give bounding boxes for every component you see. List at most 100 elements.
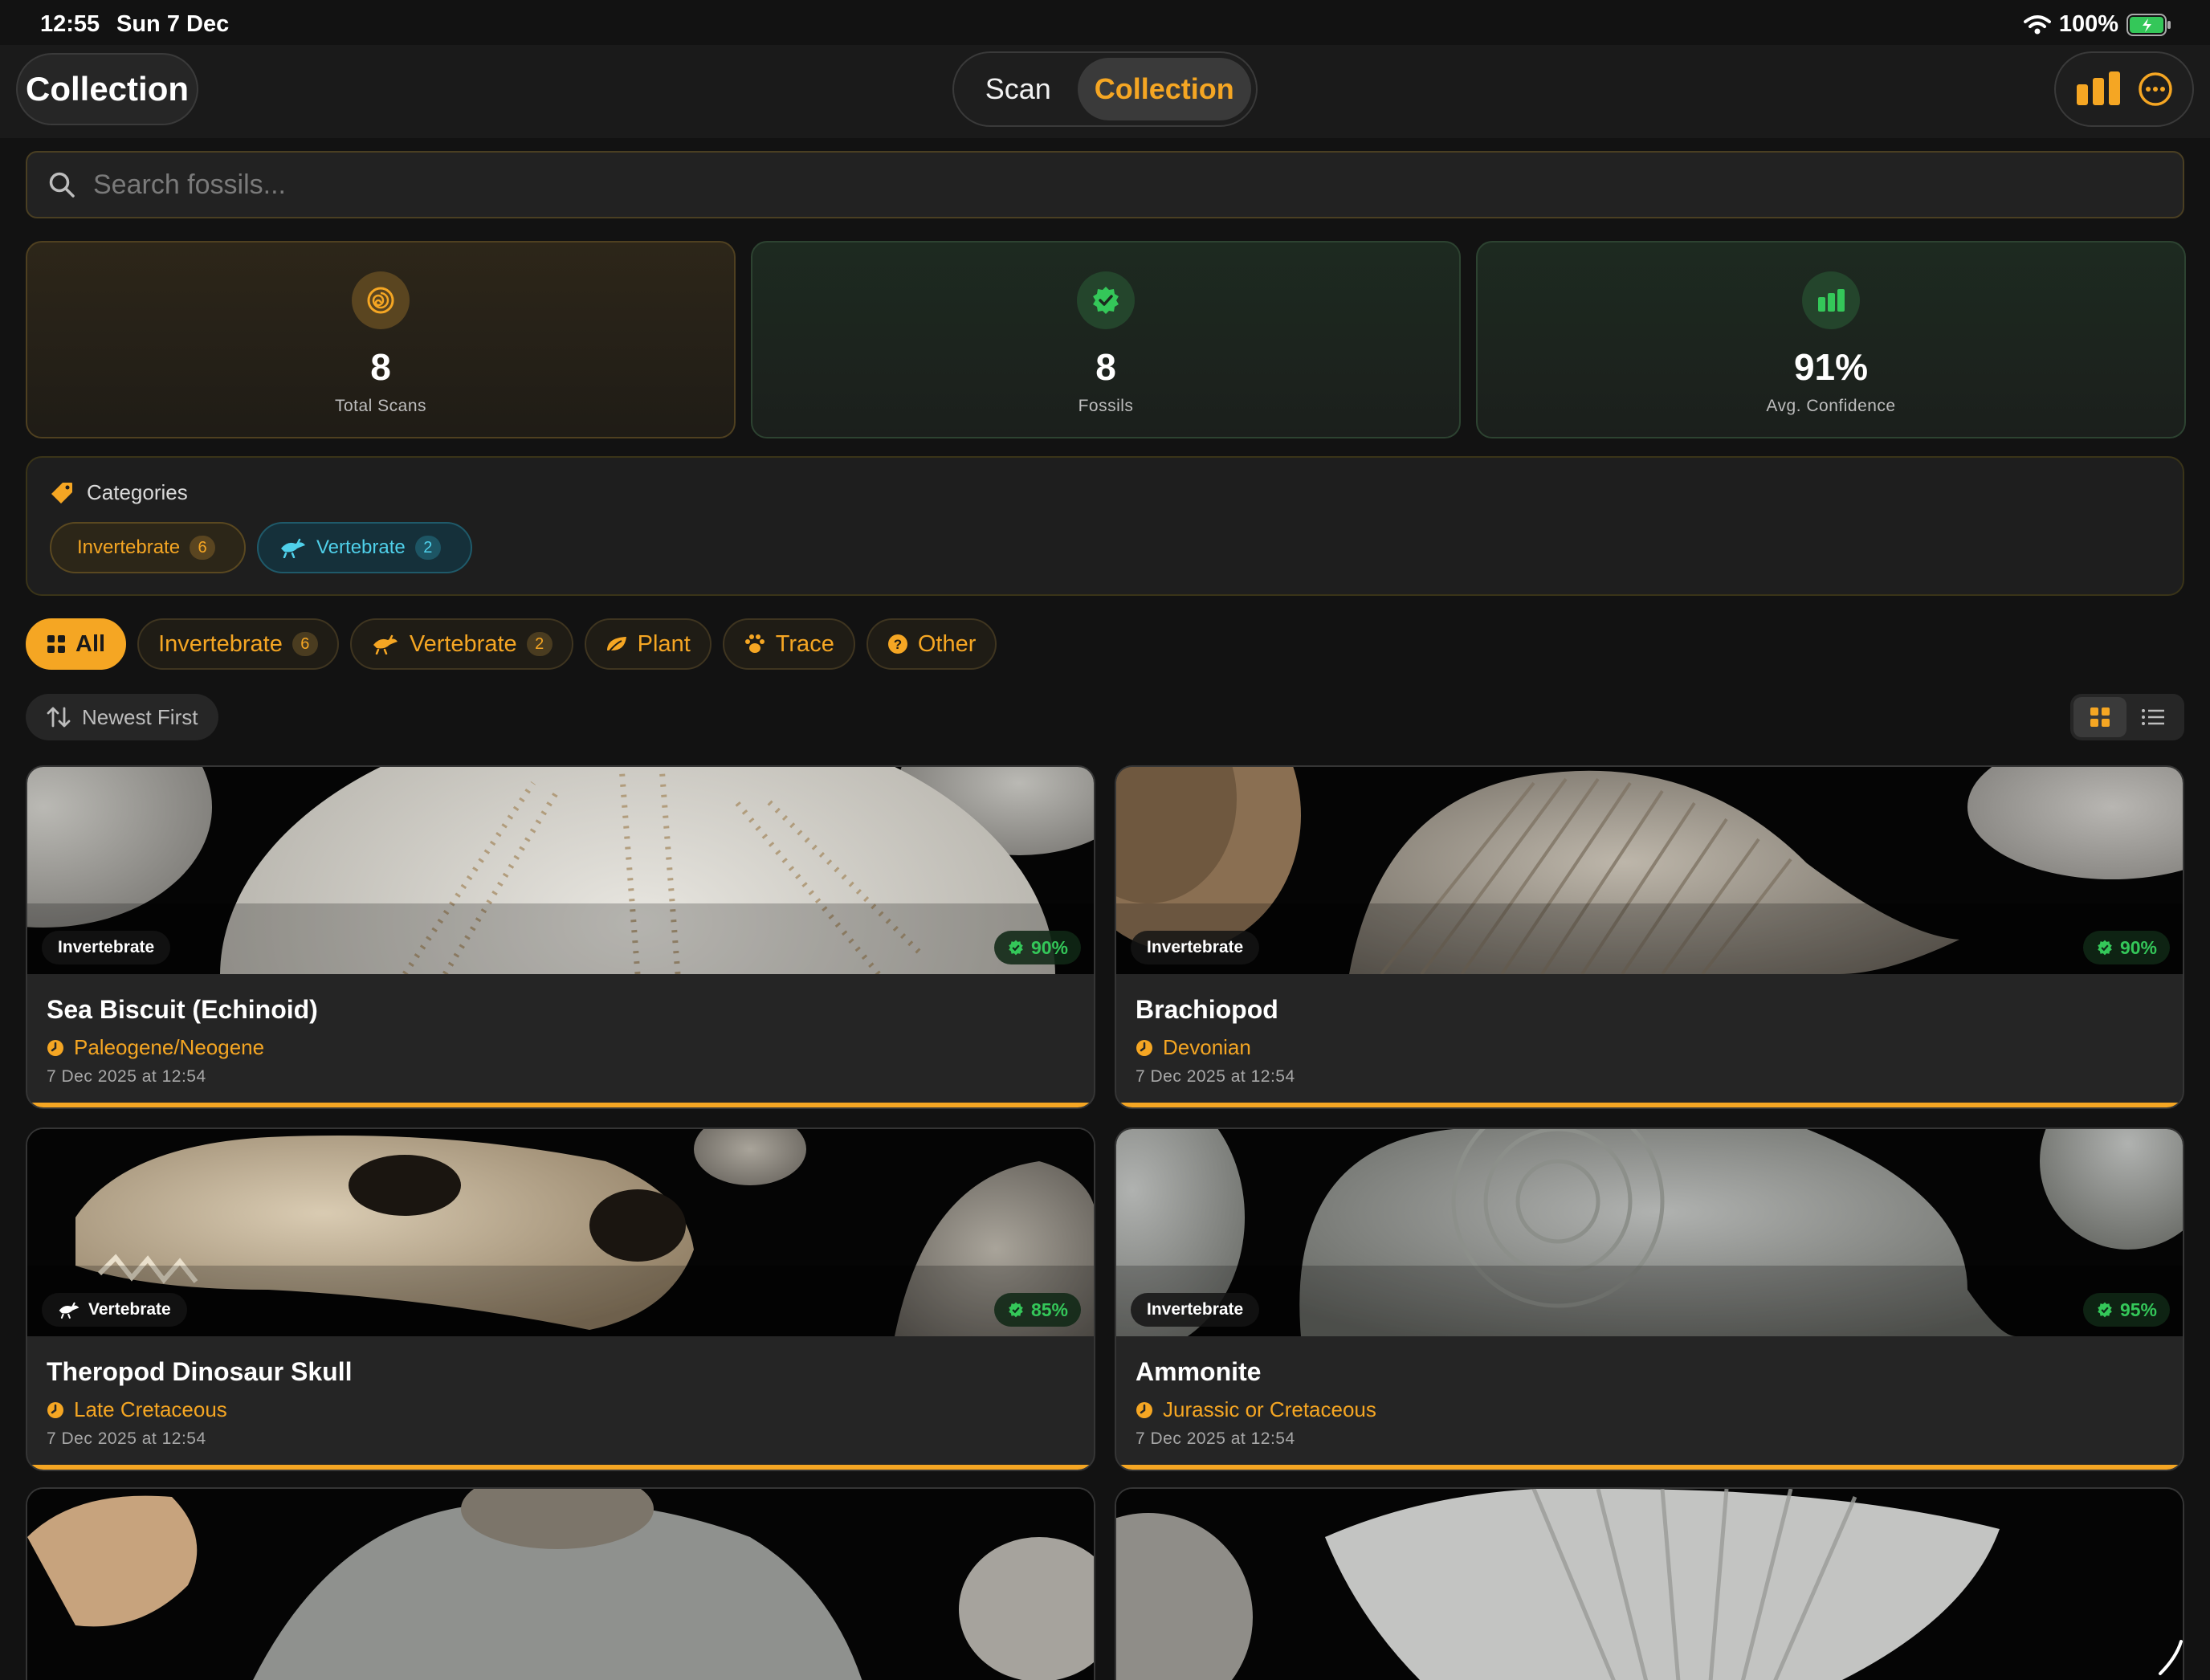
search-input[interactable] [93, 169, 2101, 201]
stat-card-total-scans: 8 Total Scans [26, 241, 736, 438]
fossil-image [27, 1489, 1094, 1680]
lizard-icon [281, 538, 305, 558]
chip-count: 2 [414, 536, 441, 560]
battery-icon [2126, 13, 2171, 36]
confidence-value: 95% [2119, 1299, 2157, 1320]
filter-label: Plant [637, 630, 691, 657]
fossil-card-partial[interactable] [26, 1487, 1095, 1680]
filter-other[interactable]: ? Other [866, 618, 997, 670]
fossil-era: Late Cretaceous [47, 1397, 227, 1422]
view-segmented-control: Scan Collection [952, 51, 1258, 127]
scan-date: 7 Dec 2025 at 12:54 [47, 1067, 206, 1086]
verified-badge-icon [2098, 1302, 2112, 1318]
stat-card-fossils: 8 Fossils [751, 241, 1461, 438]
fossil-image [1116, 767, 2183, 974]
stats-chart-button[interactable] [2075, 71, 2122, 107]
filter-count: 2 [526, 632, 552, 656]
ammonite-icon [352, 271, 410, 329]
era-label: Paleogene/Neogene [74, 1035, 265, 1059]
sort-label: Newest First [82, 704, 198, 729]
stat-label: Fossils [1078, 397, 1134, 415]
grid-view-button[interactable] [2073, 697, 2126, 737]
filter-count: 6 [292, 632, 318, 656]
fossil-card[interactable]: Invertebrate 90% Brachiopod Devonian 7 D… [1115, 765, 2184, 1109]
filter-plant[interactable]: Plant [584, 618, 712, 670]
stat-value: 91% [1793, 346, 1869, 388]
fossil-name: Sea Biscuit (Echinoid) [47, 995, 318, 1024]
scan-date: 7 Dec 2025 at 12:54 [47, 1429, 206, 1448]
fossil-name: Ammonite [1136, 1357, 1262, 1386]
category-tag: Vertebrate [42, 1293, 187, 1327]
wifi-icon [2023, 14, 2051, 34]
stat-label: Avg. Confidence [1766, 397, 1896, 415]
question-circle-icon: ? [887, 634, 907, 654]
category-tag-label: Invertebrate [1147, 1300, 1244, 1319]
status-date: Sun 7 Dec [116, 11, 230, 37]
tag-icon [51, 482, 72, 504]
clock-icon [1136, 1401, 1152, 1418]
category-tag: Invertebrate [1131, 1293, 1260, 1327]
category-tag-label: Vertebrate [88, 1300, 171, 1319]
lizard-icon [59, 1302, 80, 1319]
era-label: Devonian [1163, 1035, 1251, 1059]
svg-text:?: ? [894, 637, 902, 652]
segment-collection[interactable]: Collection [1077, 58, 1251, 120]
bar-chart-icon [1802, 271, 1860, 329]
filter-invertebrate[interactable]: Invertebrate 6 [137, 618, 339, 670]
search-icon [49, 172, 75, 198]
fossil-card[interactable]: Invertebrate 95% Ammonite Jurassic or Cr… [1115, 1127, 2184, 1471]
verified-badge-icon [1009, 940, 1023, 956]
more-options-button[interactable] [2138, 71, 2173, 107]
filter-bar: All Invertebrate 6 Vertebrate 2 Plant Tr… [26, 618, 997, 670]
fossil-era: Devonian [1136, 1035, 1251, 1060]
fossil-image [1116, 1489, 2183, 1680]
clock-icon [47, 1039, 63, 1056]
confidence-badge: 90% [993, 931, 1081, 964]
filter-vertebrate[interactable]: Vertebrate 2 [349, 618, 573, 670]
view-mode-toggle [2070, 694, 2184, 740]
fossil-name: Theropod Dinosaur Skull [47, 1357, 353, 1386]
grid-icon [47, 635, 65, 653]
navigation-bar: Collection Scan Collection [0, 45, 2210, 138]
lizard-icon [373, 634, 398, 654]
confidence-badge: 90% [2082, 931, 2170, 964]
era-label: Late Cretaceous [74, 1397, 227, 1421]
categories-header: Categories [50, 480, 188, 505]
confidence-value: 90% [1030, 936, 1068, 958]
card-accent-bar [27, 1103, 1094, 1107]
category-tag: Invertebrate [42, 931, 171, 964]
confidence-value: 90% [2119, 936, 2157, 958]
filter-all[interactable]: All [26, 618, 127, 670]
fossil-card[interactable]: Vertebrate 85% Theropod Dinosaur Skull L… [26, 1127, 1095, 1471]
category-chip-invertebrate[interactable]: Invertebrate 6 [50, 522, 246, 573]
filter-label: Invertebrate [158, 630, 283, 657]
segment-scan[interactable]: Scan [959, 58, 1078, 120]
category-tag-label: Invertebrate [58, 938, 155, 956]
status-right: 100% [2023, 11, 2171, 38]
search-bar [26, 151, 2184, 218]
fossil-image [1116, 1129, 2183, 1336]
sort-button[interactable]: Newest First [26, 694, 219, 740]
toolbar-right-group [2054, 51, 2194, 127]
fossil-image [27, 767, 1094, 974]
stat-value: 8 [1095, 346, 1116, 388]
filter-trace[interactable]: Trace [722, 618, 855, 670]
card-accent-bar [1116, 1465, 2183, 1470]
stat-card-avg-confidence: 91% Avg. Confidence [1476, 241, 2186, 438]
fossil-era: Paleogene/Neogene [47, 1035, 264, 1060]
fossil-card-partial[interactable] [1115, 1487, 2184, 1680]
fossil-era: Jurassic or Cretaceous [1136, 1397, 1376, 1422]
filter-label: Trace [775, 630, 834, 657]
confidence-value: 85% [1030, 1299, 1068, 1320]
fossil-card[interactable]: Invertebrate 90% Sea Biscuit (Echinoid) … [26, 765, 1095, 1109]
chip-count: 6 [190, 536, 216, 560]
verified-badge-icon [2098, 940, 2112, 956]
list-view-button[interactable] [2126, 697, 2179, 737]
category-tag: Invertebrate [1131, 931, 1260, 964]
categories-title: Categories [87, 480, 188, 504]
battery-percent: 100% [2058, 11, 2118, 37]
category-chip-vertebrate[interactable]: Vertebrate 2 [257, 522, 472, 573]
verified-badge-icon [1077, 271, 1135, 329]
fossil-image [27, 1129, 1094, 1336]
list-icon [2142, 709, 2164, 725]
